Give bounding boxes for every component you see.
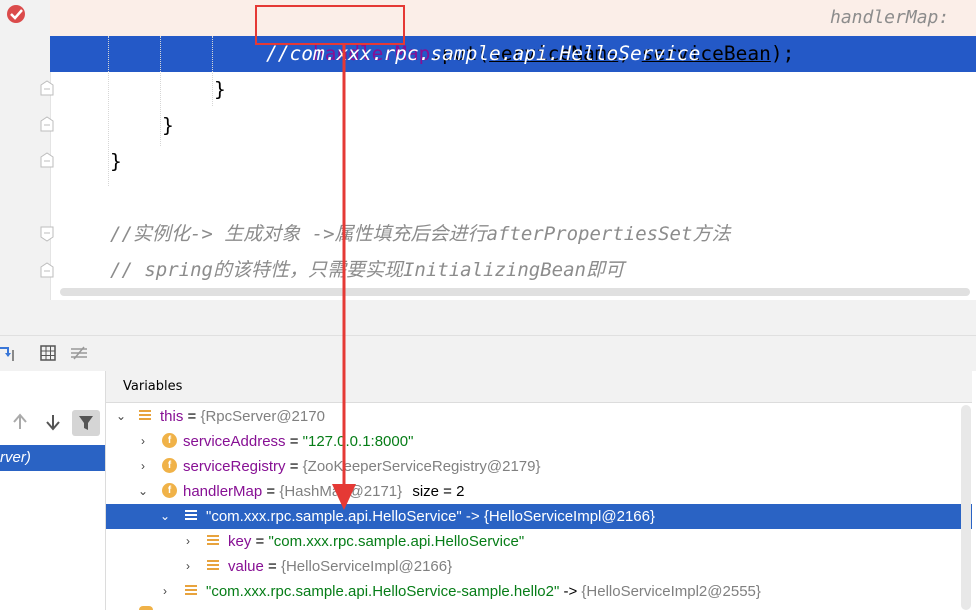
annotation-arrow <box>332 44 356 510</box>
